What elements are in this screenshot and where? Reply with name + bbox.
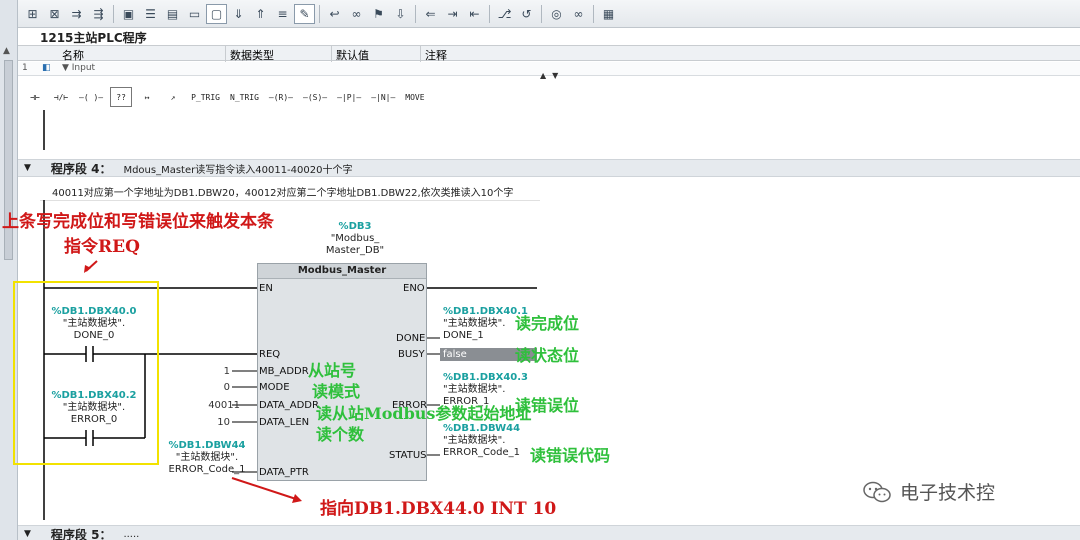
operand-error0[interactable]: %DB1.DBX40.2 "主站数据块". ERROR_0 [44, 390, 144, 426]
watermark: 电子技术控 [862, 478, 995, 505]
operand-addr: %DB1.DBW44 [168, 440, 246, 451]
mb-addr-value[interactable]: 1 [200, 366, 230, 377]
pin-status[interactable]: STATUS [389, 450, 427, 461]
annotation-mode: 读模式 [312, 382, 361, 401]
annotation-error: 读错误位 [515, 396, 580, 415]
annotation-done: 读完成位 [515, 314, 580, 333]
annotation-trigger: 上条写完成位和写错误位来触发本条 [2, 212, 274, 232]
pointer-arrow [231, 477, 297, 500]
instance-db[interactable]: %DB3 "Modbus_ Master_DB" [310, 221, 400, 257]
pin-data-addr[interactable]: DATA_ADDR [259, 400, 319, 411]
mode-value[interactable]: 0 [200, 382, 230, 393]
operand-symbol: "主站数据块". [175, 452, 239, 463]
pin-mode[interactable]: MODE [259, 382, 290, 393]
tia-portal-editor: ▲ ⊞ ⊠ ⇉ ⇶ ▣ ☰ ▤ ▭ ▢ ⇓ ⇑ ≡ ✎ ↩ ∞ ⚑ ⇩ ⇐ ⇥ … [0, 0, 1080, 540]
operand-addr: %DB1.DBX40.2 [51, 390, 137, 401]
annotation-data-len: 读个数 [316, 425, 365, 444]
pin-done[interactable]: DONE [396, 333, 425, 344]
data-len-value[interactable]: 10 [200, 417, 230, 428]
network-title[interactable]: ..... [123, 529, 139, 540]
instance-db-addr: %DB3 [338, 221, 372, 232]
pin-mb-addr[interactable]: MB_ADDR [259, 366, 309, 377]
operand-addr: %DB1.DBX40.0 [51, 306, 137, 317]
annotation-pointer: 指向DB1.DBX44.0 INT 10 [320, 499, 557, 519]
instance-db-name: "Modbus_ Master_DB" [325, 233, 385, 256]
network-label: 程序段 5： [50, 527, 112, 540]
data-addr-value[interactable]: 40011 [196, 400, 240, 411]
annotation-busy: 读状态位 [515, 346, 580, 365]
operand-tag: ERROR_0 [70, 414, 118, 425]
pin-req[interactable]: REQ [259, 349, 280, 360]
operand-data-ptr[interactable]: %DB1.DBW44 "主站数据块". ERROR_Code_1 [160, 440, 254, 476]
watermark-text: 电子技术控 [900, 482, 996, 504]
block-name: Modbus_Master [258, 264, 426, 279]
wechat-icon [863, 481, 891, 502]
operand-status1[interactable]: %DB1.DBW44 "主站数据块". ERROR_Code_1 [443, 423, 520, 459]
operand-symbol: "主站数据块". [443, 435, 506, 446]
operand-done0[interactable]: %DB1.DBX40.0 "主站数据块". DONE_0 [44, 306, 144, 342]
annotation-req: 指令REQ [64, 237, 140, 257]
operand-addr: %DB1.DBX40.3 [443, 372, 529, 383]
pin-busy[interactable]: BUSY [398, 349, 425, 360]
operand-tag: ERROR_Code_1 [168, 464, 246, 475]
operand-tag: ERROR_Code_1 [443, 447, 520, 458]
operand-tag: DONE_0 [73, 330, 115, 341]
network-5-header[interactable]: ▼ 程序段 5： ..... [18, 525, 1080, 540]
pin-en[interactable]: EN [259, 283, 273, 294]
operand-addr: %DB1.DBW44 [443, 423, 521, 434]
operand-symbol: "主站数据块". [62, 402, 126, 413]
pin-data-ptr[interactable]: DATA_PTR [259, 467, 309, 478]
operand-symbol: "主站数据块". [62, 318, 126, 329]
annotation-status: 读错误代码 [530, 446, 611, 465]
pointer-arrow-head [292, 494, 302, 503]
pin-eno[interactable]: ENO [403, 283, 425, 294]
pin-data-len[interactable]: DATA_LEN [259, 417, 309, 428]
collapse-triangle-icon[interactable]: ▼ [24, 529, 31, 539]
